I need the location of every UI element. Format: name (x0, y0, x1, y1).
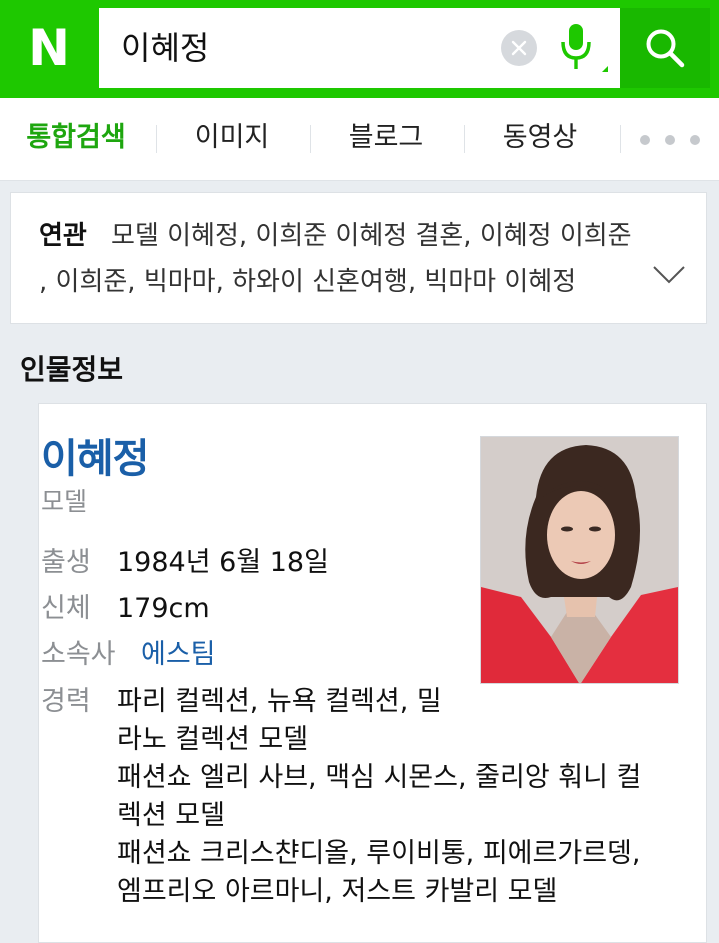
tab-divider (620, 125, 621, 153)
search-header: N 이혜정 (0, 0, 719, 98)
info-value: 1984년 6월 18일 (117, 547, 329, 578)
person-info-card: 이혜정 모델 출생 1984년 6월 18일 신체 179cm 소속사 에스팀 경력 … (38, 403, 707, 943)
career-line: 패션쇼 크리스챤디올, 루이비통, 피에르가르뎅, (117, 838, 641, 869)
person-occupation: 모델 (41, 487, 88, 516)
info-row-birth: 출생 1984년 6월 18일 (41, 540, 329, 579)
info-label: 출생 (41, 547, 91, 578)
clear-search-button[interactable] (501, 30, 537, 66)
person-name[interactable]: 이혜정 (41, 426, 149, 484)
info-label: 경력 (41, 686, 91, 717)
related-keywords-line[interactable]: 모델 이혜정, 이희준 이혜정 결혼, 이혜정 이희준 (111, 215, 632, 252)
tab-divider (156, 125, 157, 153)
info-label: 소속사 (41, 639, 116, 670)
tab-blog[interactable]: 블로그 (340, 98, 432, 180)
profile-photo[interactable] (480, 436, 679, 684)
tab-divider (464, 125, 465, 153)
voice-search-button[interactable] (554, 20, 610, 80)
career-line: 패션쇼 엘리 사브, 맥심 시몬스, 줄리앙 훠니 컬 (117, 762, 642, 793)
tab-divider (310, 125, 311, 153)
info-row-body: 신체 179cm (41, 586, 210, 625)
search-button[interactable] (620, 8, 710, 88)
info-row-agency: 소속사 에스팀 (41, 632, 216, 671)
close-icon (511, 40, 527, 56)
agency-link[interactable]: 에스팀 (141, 639, 216, 670)
microphone-icon (561, 24, 608, 72)
portrait-image (481, 437, 678, 683)
search-icon (646, 29, 685, 68)
related-keywords-line[interactable]: , 이희준, 빅마마, 하와이 신혼여행, 빅마마 이혜정 (39, 261, 576, 298)
tab-images[interactable]: 이미지 (186, 98, 278, 180)
career-line: 파리 컬렉션, 뉴욕 컬렉션, 밀 (117, 686, 442, 717)
info-label: 신체 (41, 593, 91, 624)
section-title: 인물정보 (20, 353, 124, 386)
related-searches: 연관 모델 이혜정, 이희준 이혜정 결혼, 이혜정 이희준 , 이희준, 빅마… (10, 192, 707, 324)
tab-video[interactable]: 동영상 (494, 98, 586, 180)
more-tabs-icon[interactable] (640, 128, 700, 152)
career-line: 라노 컬렉션 모델 (117, 724, 309, 755)
search-input[interactable]: 이혜정 (99, 8, 620, 88)
related-label: 연관 (39, 221, 87, 251)
search-tabs: 통합검색 이미지 블로그 동영상 (0, 98, 719, 181)
career-line: 엠프리오 아르마니, 저스트 카발리 모델 (117, 876, 558, 907)
career-line: 렉션 모델 (117, 800, 225, 831)
info-value: 179cm (117, 593, 210, 624)
naver-logo[interactable]: N (16, 18, 80, 78)
search-query-text[interactable]: 이혜정 (121, 8, 209, 88)
tab-integrated[interactable]: 통합검색 (22, 98, 130, 180)
chevron-down-icon[interactable] (651, 263, 687, 287)
